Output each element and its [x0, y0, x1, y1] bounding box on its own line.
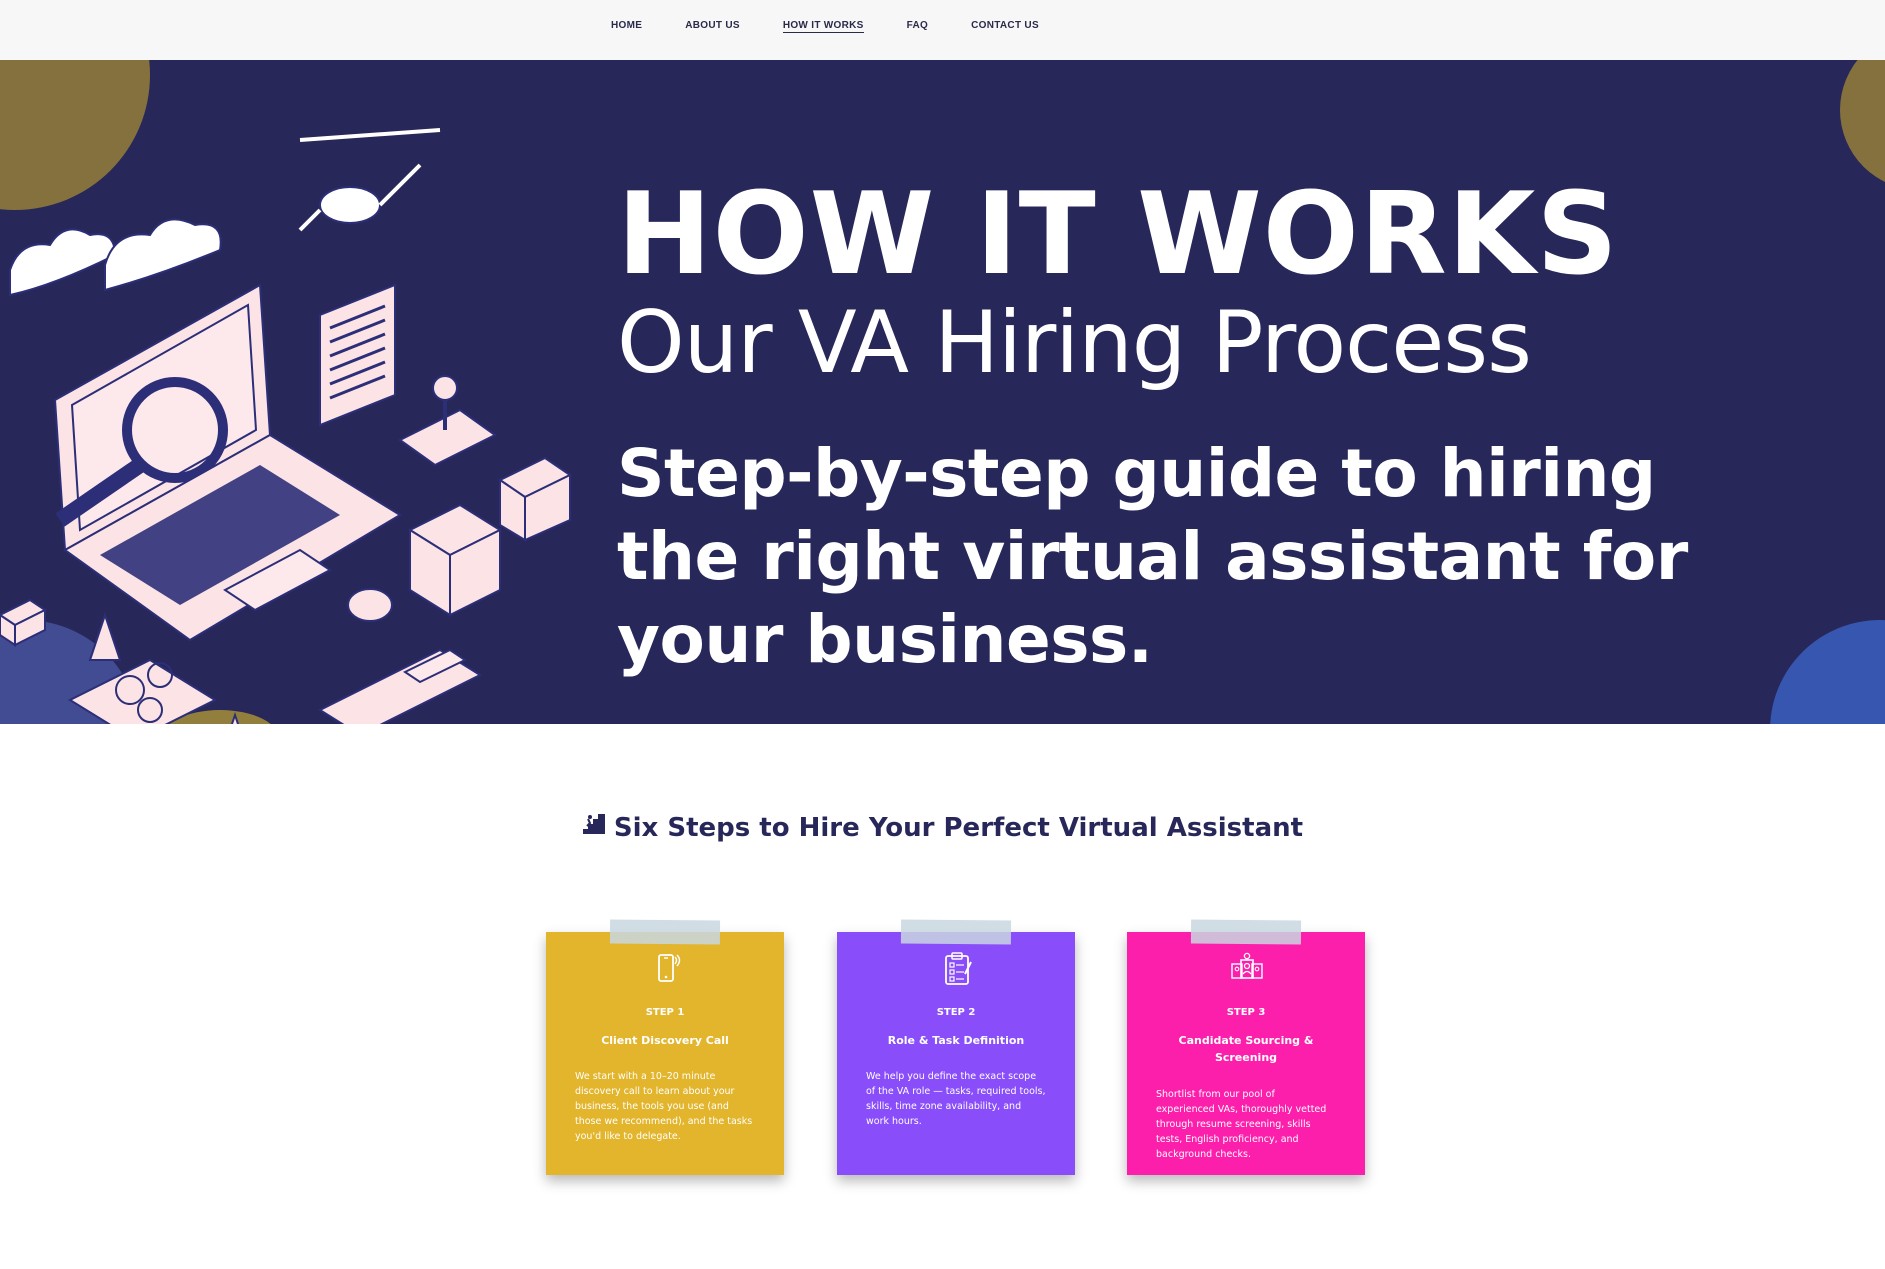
tape-decoration: [609, 919, 721, 945]
nav-links: HOME ABOUT US HOW IT WORKS FAQ CONTACT U…: [611, 20, 1082, 33]
step-card-2: STEP 2 Role & Task Definition We help yo…: [837, 919, 1075, 1175]
step-description: We start with a 10–20 minute discovery c…: [575, 1071, 753, 1142]
candidate-profiles-icon: [1231, 952, 1263, 979]
nav-how-it-works[interactable]: HOW IT WORKS: [782, 20, 864, 33]
tape-decoration: [900, 919, 1012, 945]
decorative-blob: [1840, 60, 1885, 190]
tape-decoration: [1190, 919, 1302, 945]
step-description: We help you define the exact scope of th…: [866, 1071, 1046, 1127]
climbing-stairs-icon: [582, 812, 606, 843]
smartphone-icon: [658, 954, 681, 982]
step-title: Role & Task Definition: [887, 1034, 1025, 1047]
step-number: STEP 2: [936, 1007, 976, 1018]
hero-tagline: Step-by-step guide to hiring the right v…: [617, 435, 1688, 678]
nav-about-us[interactable]: ABOUT US: [685, 20, 740, 33]
hero-subtitle: Our VA Hiring Process: [617, 293, 1532, 393]
step-number: STEP 1: [645, 1007, 685, 1018]
laptop-illustration: [0, 128, 572, 724]
step-description: Shortlist from our pool of experienced V…: [1156, 1089, 1327, 1160]
nav-contact-us[interactable]: CONTACT US: [971, 20, 1039, 33]
nav-home[interactable]: HOME: [611, 20, 642, 33]
hero-title: HOW IT WORKS: [617, 168, 1619, 300]
step-title: Client Discovery Call: [601, 1034, 729, 1047]
steps-heading: Six Steps to Hire Your Perfect Virtual A…: [0, 812, 1885, 843]
nav-faq[interactable]: FAQ: [907, 20, 928, 33]
clipboard-checklist-icon: [945, 952, 972, 985]
step-card-1: STEP 1 Client Discovery Call We start wi…: [546, 919, 784, 1175]
steps-heading-text: Six Steps to Hire Your Perfect Virtual A…: [613, 813, 1304, 843]
decorative-blob: [1770, 620, 1885, 724]
hero-banner: HOW IT WORKS Our VA Hiring Process Step-…: [0, 60, 1885, 724]
top-navigation: HOME ABOUT US HOW IT WORKS FAQ CONTACT U…: [0, 0, 1885, 60]
step-title: Candidate Sourcing & Screening: [1178, 1034, 1314, 1064]
step-card-3: STEP 3 Candidate Sourcing & Screening Sh…: [1127, 919, 1365, 1175]
step-number: STEP 3: [1226, 1007, 1266, 1018]
